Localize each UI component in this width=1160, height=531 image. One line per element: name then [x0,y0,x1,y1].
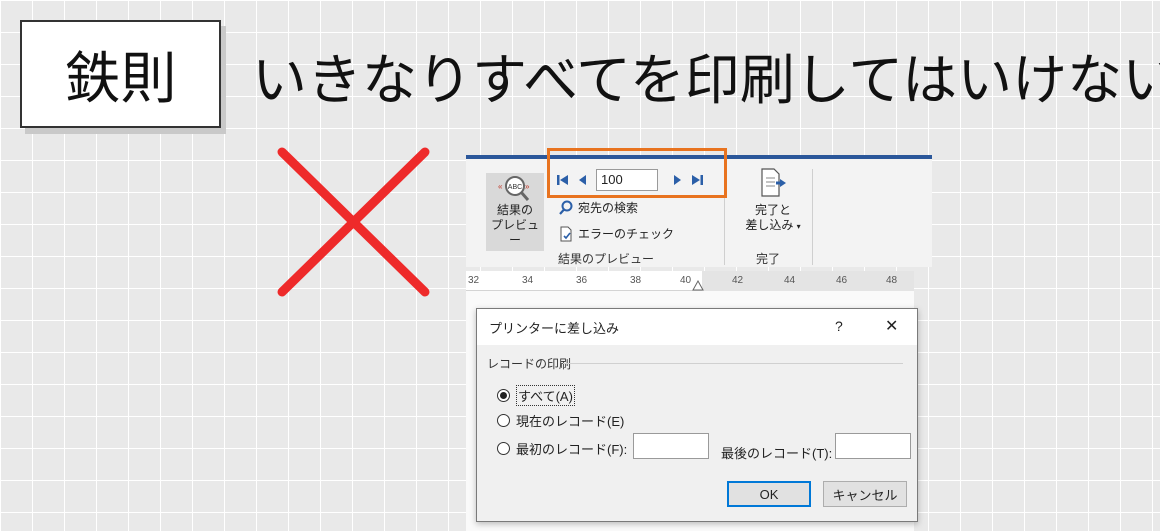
ruler-tick: 48 [886,275,898,286]
ruler-tick: 40 [680,275,692,286]
document-arrow-icon [761,168,786,197]
headline: いきなりすべてを印刷してはいけない [252,48,1160,112]
last-record-label: 最後のレコード(T): [721,446,833,461]
check-errors-button[interactable]: エラーのチェック [558,225,674,242]
ruler-tick: 34 [522,275,534,286]
indent-marker-icon[interactable] [692,280,704,291]
radio-all-label: すべて(A) [516,385,575,406]
finish-label-2-wrap: 差し込み ▾ [745,218,800,234]
print-records-group-label: レコードの印刷 [487,357,572,371]
last-record-input[interactable] [835,433,911,459]
horizontal-ruler: 32 34 36 38 40 42 44 46 48 [466,271,914,291]
highlight-frame [547,148,727,198]
find-recipient-label: 宛先の検索 [578,201,639,215]
svg-text:«: « [498,182,503,191]
ruler-tick: 44 [784,275,796,286]
radio-range-circle[interactable] [497,442,510,455]
svg-text:ABC: ABC [508,184,522,191]
radio-all[interactable]: すべて(A) [497,385,575,406]
ok-button[interactable]: OK [727,481,811,507]
magnifier-icon [559,200,573,215]
preview-group-label: 結果のプレビュー [558,252,655,266]
radio-selected-dot [500,392,507,399]
group-divider [563,363,903,364]
finish-label-1: 完了と [754,203,791,217]
radio-current-circle[interactable] [497,414,510,427]
ruler-tick: 32 [468,275,480,286]
dialog-titlebar: プリンターに差し込み [477,309,917,345]
help-button[interactable]: ? [835,318,843,334]
finish-label-2: 差し込み [745,218,794,232]
radio-current-label: 現在のレコード(E) [516,414,625,429]
dropdown-arrow-icon: ▾ [796,222,801,231]
preview-label-1: 結果の [496,203,533,217]
finish-group-label: 完了 [756,252,781,266]
merge-to-printer-dialog: プリンターに差し込み ? ✕ レコードの印刷 すべて(A) 現在のレコード(E)… [476,308,918,522]
radio-current[interactable]: 現在のレコード(E) [497,411,624,430]
cancel-button[interactable]: キャンセル [823,481,907,507]
ruler-tick: 36 [576,275,588,286]
abc-magnifier-icon: ABC « » [498,176,530,201]
rule-tag-text: 鉄則 [64,46,177,112]
ruler-tick: 42 [732,275,744,286]
ruler-tick: 38 [630,275,642,286]
svg-text:»: » [525,182,530,191]
radio-range[interactable]: 最初のレコード(F): [497,439,627,458]
document-check-icon [560,226,572,241]
radio-range-label: 最初のレコード(F): [516,442,628,457]
check-errors-label: エラーのチェック [578,227,675,241]
cross-mark-icon [277,147,430,297]
preview-label-2: プレビュー [490,218,539,247]
radio-all-circle[interactable] [497,389,510,402]
ruler-tick: 46 [836,275,848,286]
group-separator [812,169,813,265]
rule-tag: 鉄則 [20,20,221,128]
find-recipient-button[interactable]: 宛先の検索 [558,199,638,216]
dialog-title: プリンターに差し込み [489,320,620,336]
finish-merge-button[interactable]: 完了と 差し込み ▾ [736,167,810,234]
close-button[interactable]: ✕ [885,316,898,336]
first-record-input[interactable] [633,433,709,459]
preview-results-button[interactable]: ABC « » 結果の プレビュー [486,173,544,251]
